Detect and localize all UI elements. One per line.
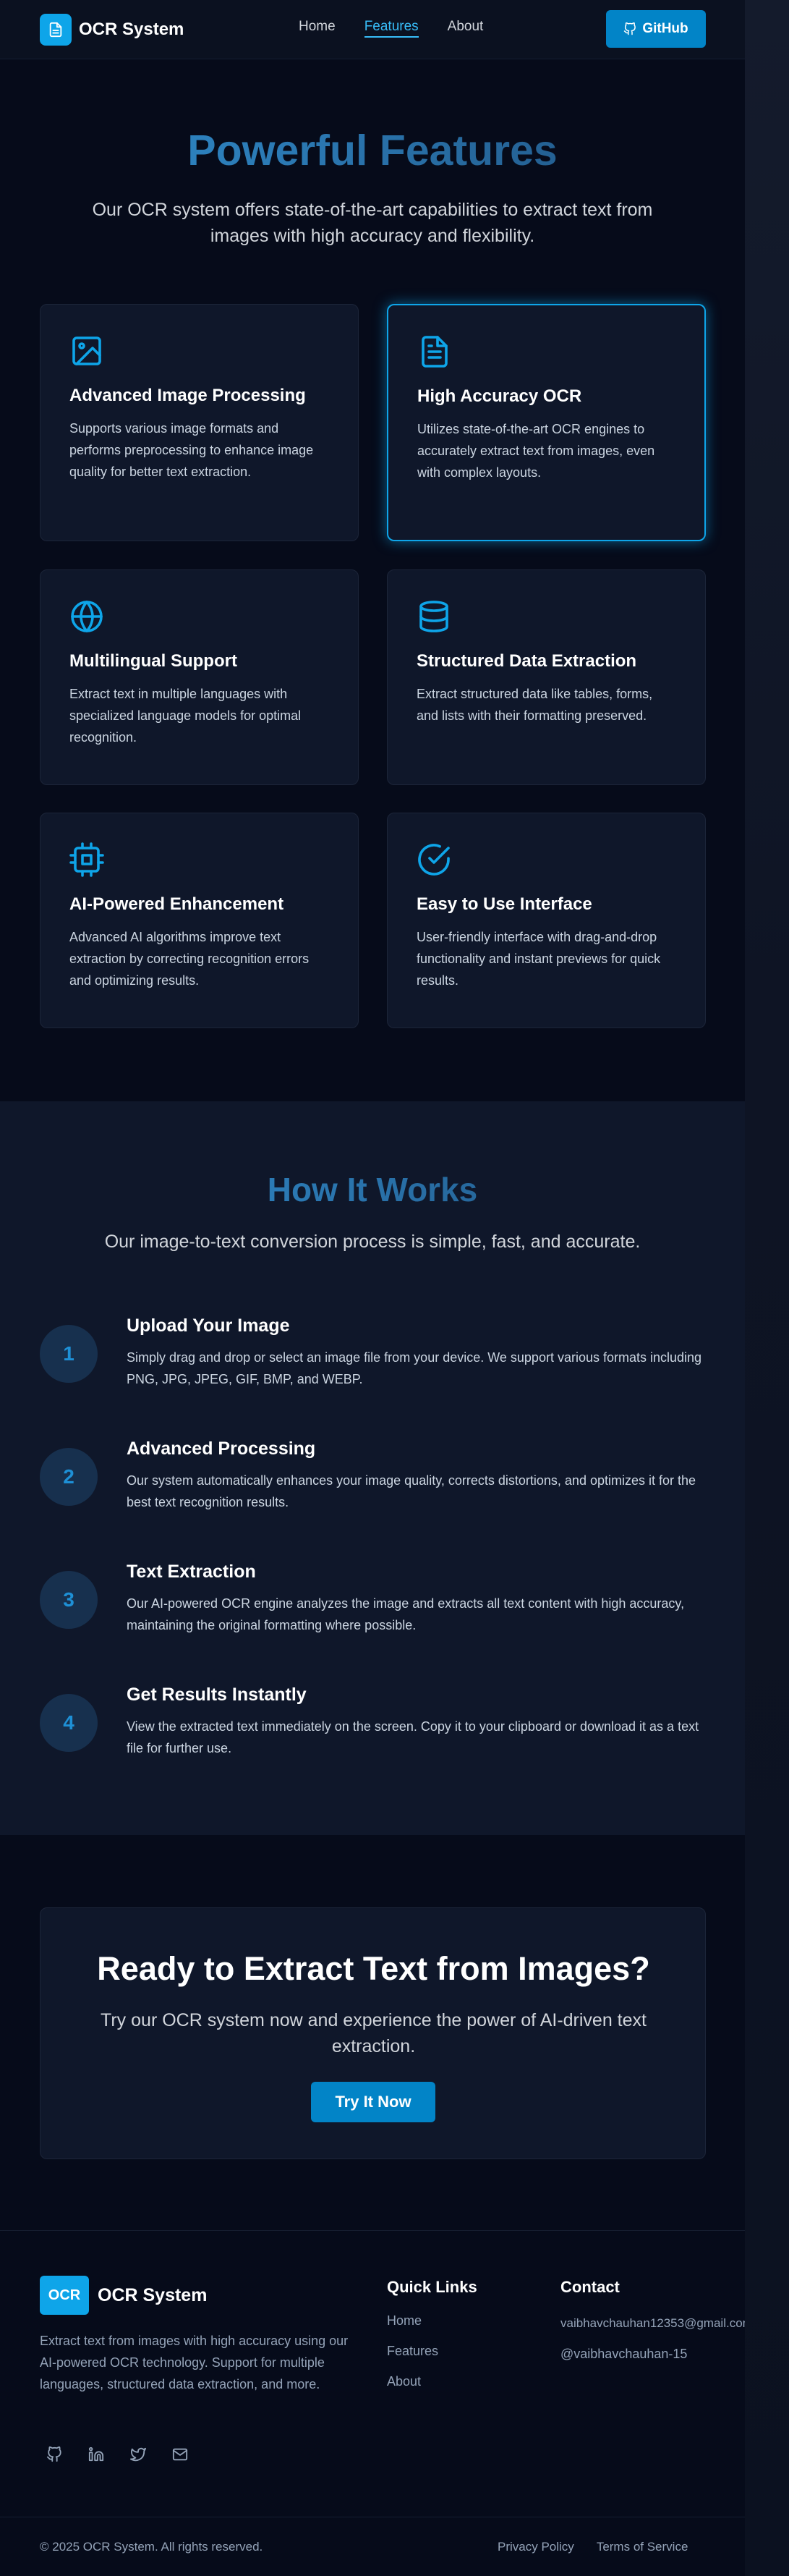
feature-title: High Accuracy OCR: [417, 386, 582, 406]
feature-card: AI-Powered Enhancement Advanced AI algor…: [40, 813, 359, 1028]
contact-column: Contact vaibhavchauhan12353@gmail.com @v…: [560, 2278, 753, 2364]
footer-app-name: OCR System: [98, 2284, 208, 2305]
database-icon: [417, 599, 451, 634]
copyright: © 2025 OCR System. All rights reserved.: [40, 2540, 263, 2554]
feature-text: Advanced AI algorithms improve text extr…: [69, 930, 310, 988]
step-number: 3: [40, 1571, 98, 1629]
step-title: Get Results Instantly: [127, 1685, 307, 1705]
step-title: Advanced Processing: [127, 1439, 316, 1459]
step-item: 3 Text Extraction Our AI-powered OCR eng…: [40, 1562, 705, 1665]
feature-title: AI-Powered Enhancement: [69, 894, 284, 914]
contact-email[interactable]: vaibhavchauhan12353@gmail.com: [560, 2313, 753, 2334]
top-navbar: OCR System Home Features About GitHub: [0, 0, 745, 59]
feature-card: Easy to Use Interface User-friendly inte…: [387, 813, 706, 1028]
footer-link-home[interactable]: Home: [387, 2313, 477, 2329]
linkedin-icon[interactable]: [82, 2440, 111, 2469]
quick-links-column: Quick Links Home Features About: [387, 2278, 477, 2389]
step-title: Text Extraction: [127, 1562, 256, 1582]
privacy-policy-link[interactable]: Privacy Policy: [498, 2540, 574, 2554]
step-item: 4 Get Results Instantly View the extract…: [40, 1685, 705, 1788]
nav-home[interactable]: Home: [299, 19, 336, 38]
feature-text: Utilizes state-of-the-art OCR engines to…: [417, 422, 655, 480]
document-icon: [40, 14, 72, 46]
quick-links-title: Quick Links: [387, 2278, 477, 2296]
contact-handle[interactable]: @vaibhavchauhan-15: [560, 2344, 698, 2364]
cta-section: Ready to Extract Text from Images? Try o…: [0, 1835, 745, 2230]
features-section: Powerful Features Our OCR system offers …: [0, 59, 745, 1101]
twitter-icon[interactable]: [124, 2440, 153, 2469]
nav-about[interactable]: About: [448, 19, 484, 38]
nav-features[interactable]: Features: [364, 19, 419, 38]
feature-card: High Accuracy OCR Utilizes state-of-the-…: [387, 304, 706, 541]
step-text: Our system automatically enhances your i…: [127, 1473, 696, 1509]
feature-card: Structured Data Extraction Extract struc…: [387, 569, 706, 785]
page-edge-strip: [745, 0, 789, 2576]
cta-card: Ready to Extract Text from Images? Try o…: [40, 1907, 706, 2159]
footer: OCR OCR System Extract text from images …: [0, 2230, 753, 2576]
footer-brand[interactable]: OCR OCR System: [40, 2276, 207, 2315]
feature-text: Extract text in multiple languages with …: [69, 687, 302, 745]
app-name: OCR System: [79, 20, 184, 39]
feature-card: Multilingual Support Extract text in mul…: [40, 569, 359, 785]
feature-card: Advanced Image Processing Supports vario…: [40, 304, 359, 541]
brand-logo[interactable]: OCR System: [40, 14, 184, 46]
mail-icon[interactable]: [166, 2440, 195, 2469]
terms-of-service-link[interactable]: Terms of Service: [597, 2540, 688, 2554]
check-circle-icon: [417, 842, 451, 877]
footer-link-about[interactable]: About: [387, 2374, 477, 2389]
github-icon[interactable]: [40, 2440, 69, 2469]
feature-text: Supports various image formats and perfo…: [69, 421, 314, 479]
how-title: How It Works: [0, 1170, 745, 1209]
main-nav: Home Features About: [299, 19, 483, 38]
step-item: 1 Upload Your Image Simply drag and drop…: [40, 1315, 705, 1419]
step-number: 4: [40, 1694, 98, 1752]
step-number: 2: [40, 1448, 98, 1506]
github-icon: [624, 22, 636, 35]
step-text: View the extracted text immediately on t…: [127, 1719, 699, 1755]
feature-title: Advanced Image Processing: [69, 386, 306, 405]
cta-text: Try our OCR system now and experience th…: [101, 2010, 647, 2056]
features-title: Powerful Features: [0, 126, 745, 175]
how-it-works-section: How It Works Our image-to-text conversio…: [0, 1101, 745, 1835]
cpu-icon: [69, 842, 104, 877]
step-item: 2 Advanced Processing Our system automat…: [40, 1439, 705, 1542]
footer-description: Extract text from images with high accur…: [40, 2334, 349, 2391]
github-label: GitHub: [642, 21, 688, 36]
document-icon: [417, 334, 452, 369]
github-button[interactable]: GitHub: [606, 10, 706, 48]
how-subtitle: Our image-to-text conversion process is …: [104, 1232, 641, 1252]
contact-title: Contact: [560, 2278, 620, 2296]
feature-text: Extract structured data like tables, for…: [417, 687, 653, 723]
features-subtitle: Our OCR system offers state-of-the-art c…: [92, 200, 653, 246]
cta-title: Ready to Extract Text from Images?: [97, 1950, 650, 1987]
footer-link-features[interactable]: Features: [387, 2344, 477, 2359]
feature-text: User-friendly interface with drag-and-dr…: [417, 930, 661, 988]
try-it-now-button[interactable]: Try It Now: [311, 2082, 435, 2122]
feature-title: Easy to Use Interface: [417, 894, 592, 914]
page: OCR System Home Features About GitHub Po…: [0, 0, 753, 2576]
social-links: [40, 2440, 195, 2469]
feature-title: Structured Data Extraction: [417, 651, 637, 671]
image-icon: [69, 334, 104, 368]
step-text: Simply drag and drop or select an image …: [127, 1350, 702, 1386]
step-number: 1: [40, 1325, 98, 1383]
step-text: Our AI-powered OCR engine analyzes the i…: [127, 1596, 685, 1632]
globe-icon: [69, 599, 104, 634]
step-title: Upload Your Image: [127, 1315, 290, 1336]
legal-links: Privacy Policy Terms of Service: [498, 2540, 688, 2554]
footer-logo-badge: OCR: [40, 2276, 89, 2315]
feature-title: Multilingual Support: [69, 651, 237, 671]
